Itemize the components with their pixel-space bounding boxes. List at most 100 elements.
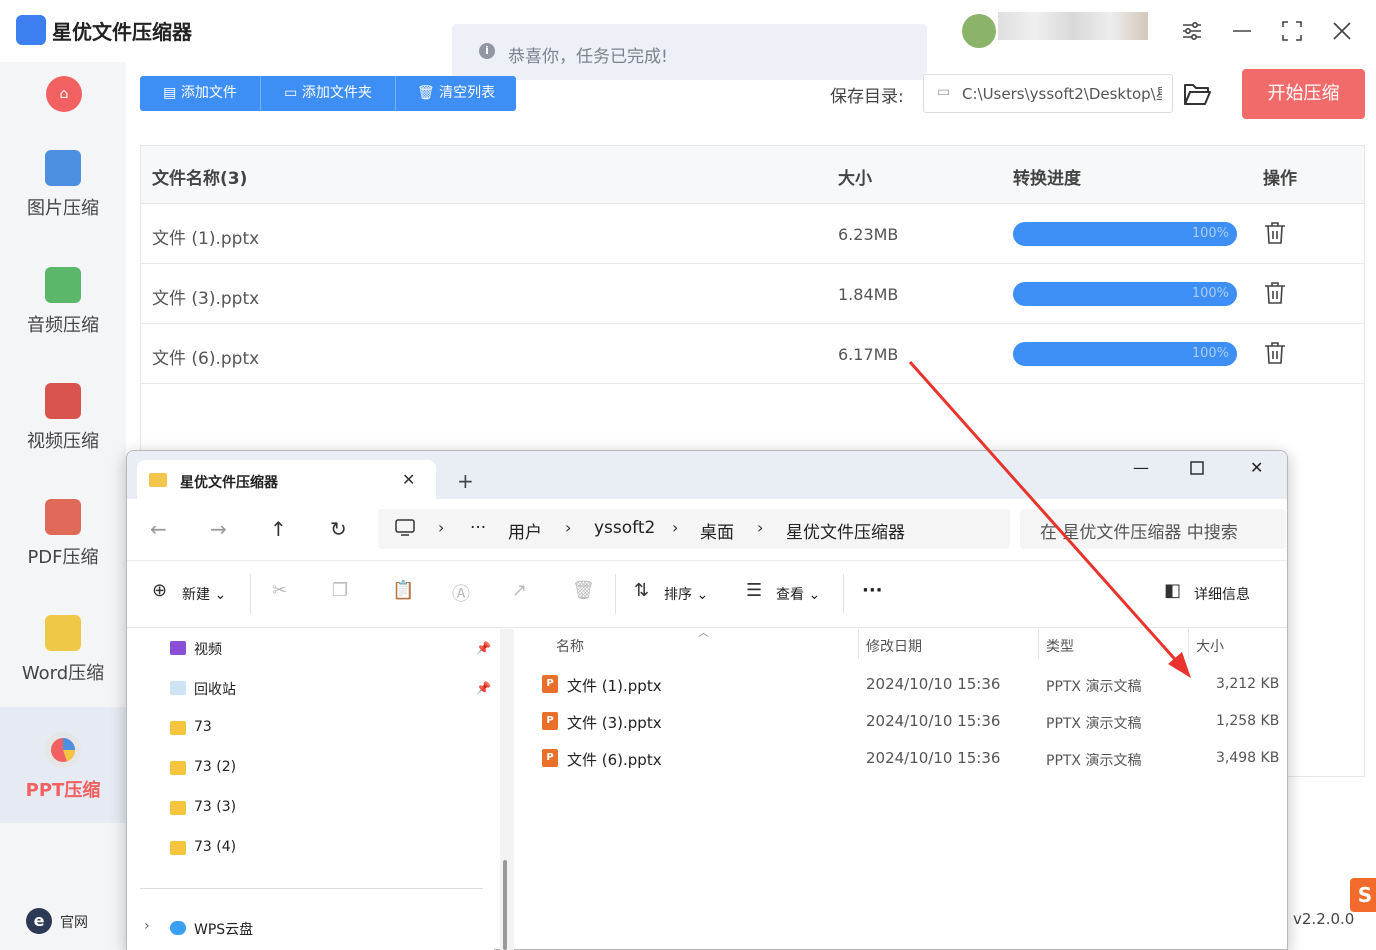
- breadcrumb-more[interactable]: ···: [470, 518, 486, 538]
- new-button[interactable]: 新建 ⌄: [182, 584, 226, 604]
- pin-icon[interactable]: 📌: [476, 681, 491, 695]
- recycle-bin-icon: [170, 681, 186, 695]
- column-divider[interactable]: [858, 629, 859, 659]
- computer-icon: [395, 519, 415, 541]
- sidebar-item-ppt[interactable]: PPT压缩: [0, 707, 126, 823]
- add-file-button[interactable]: ▤ 添加文件: [140, 76, 260, 111]
- pin-icon[interactable]: 📌: [476, 641, 491, 655]
- clear-list-button[interactable]: 🗑 清空列表: [396, 76, 516, 111]
- clear-list-label: 清空列表: [439, 85, 496, 101]
- breadcrumb-item[interactable]: 星优文件压缩器: [786, 518, 905, 543]
- column-header-date[interactable]: 修改日期: [866, 636, 922, 656]
- website-link[interactable]: 官网: [60, 912, 88, 932]
- sort-label: 排序: [664, 587, 692, 603]
- audio-icon: [45, 267, 81, 303]
- file-name: 文件 (3).pptx: [152, 289, 260, 309]
- column-header-type[interactable]: 类型: [1046, 636, 1074, 656]
- column-header-size[interactable]: 大小: [1196, 636, 1224, 656]
- brand-logo-icon: S: [1350, 878, 1376, 912]
- website-icon[interactable]: e: [26, 908, 52, 934]
- divider: [843, 574, 844, 614]
- file-name[interactable]: 文件 (3).pptx: [567, 712, 662, 733]
- more-options-button[interactable]: ···: [862, 580, 883, 601]
- explorer-close-button[interactable]: ✕: [1250, 458, 1263, 477]
- breadcrumb-item[interactable]: 桌面: [700, 518, 734, 543]
- file-name[interactable]: 文件 (1).pptx: [567, 675, 662, 696]
- column-header-name: 文件名称(3): [152, 169, 248, 189]
- paste-icon[interactable]: 📋: [392, 580, 414, 601]
- copy-icon[interactable]: ❐: [332, 580, 348, 601]
- nav-item-videos[interactable]: 视频: [170, 641, 222, 658]
- new-tab-button[interactable]: +: [457, 469, 474, 493]
- column-divider[interactable]: [1038, 629, 1039, 659]
- user-avatar[interactable]: [962, 14, 996, 48]
- file-date: 2024/10/10 15:36: [866, 675, 1001, 693]
- nav-item-label: 视频: [194, 642, 222, 658]
- nav-item-label: 73 (4): [194, 839, 237, 855]
- add-folder-button[interactable]: ▭ 添加文件夹: [261, 76, 395, 111]
- pdf-icon: [45, 499, 81, 535]
- share-icon[interactable]: ↗: [512, 580, 527, 601]
- maximize-button[interactable]: [1274, 14, 1310, 48]
- close-button[interactable]: [1324, 14, 1360, 48]
- nav-item-folder[interactable]: 73 (2): [170, 759, 236, 775]
- sidebar-item-audio[interactable]: 音频压缩: [0, 259, 126, 375]
- column-header-name[interactable]: 名称: [556, 636, 584, 656]
- breadcrumb-item[interactable]: 用户: [508, 518, 542, 543]
- cut-icon[interactable]: ✂: [272, 580, 287, 601]
- sort-button[interactable]: 排序 ⌄: [664, 584, 708, 604]
- breadcrumb-item[interactable]: yssoft2: [594, 518, 655, 538]
- progress-label: 100%: [1191, 286, 1229, 301]
- nav-item-label: WPS云盘: [194, 922, 254, 938]
- column-divider[interactable]: [1188, 629, 1189, 659]
- rename-icon[interactable]: Ⓐ: [452, 580, 470, 606]
- app-title: 星优文件压缩器: [52, 20, 192, 44]
- sidebar-item-video[interactable]: 视频压缩: [0, 375, 126, 491]
- pptx-file-icon: P: [542, 675, 558, 693]
- nav-item-folder[interactable]: 73 (3): [170, 799, 236, 815]
- cloud-icon: [170, 921, 186, 935]
- file-size: 3,212 KB: [1216, 676, 1280, 692]
- chevron-right-icon[interactable]: ›: [144, 918, 150, 934]
- back-icon[interactable]: ←: [150, 517, 167, 541]
- sidebar-item-label: PPT压缩: [25, 780, 101, 801]
- sidebar-item-pdf[interactable]: PDF压缩: [0, 491, 126, 607]
- explorer-maximize-button[interactable]: [1190, 460, 1204, 479]
- up-icon[interactable]: ↑: [270, 517, 287, 541]
- file-name[interactable]: 文件 (6).pptx: [567, 749, 662, 770]
- sidebar-item-image[interactable]: 图片压缩: [0, 142, 126, 258]
- nav-item-folder[interactable]: 73 (4): [170, 839, 236, 855]
- settings-icon[interactable]: [1174, 14, 1210, 48]
- explorer-minimize-button[interactable]: —: [1133, 458, 1149, 477]
- refresh-icon[interactable]: ↻: [330, 517, 347, 541]
- sidebar-item-word[interactable]: Word压缩: [0, 607, 126, 723]
- folder-outline-icon: ▭: [937, 84, 951, 100]
- delete-icon[interactable]: [1264, 341, 1286, 365]
- nav-item-wps-cloud[interactable]: WPS云盘: [170, 921, 253, 938]
- details-button[interactable]: 详细信息: [1194, 584, 1250, 604]
- navigation-pane: [127, 629, 494, 950]
- nav-item-recycle-bin[interactable]: 回收站: [170, 681, 236, 698]
- video-icon: [45, 383, 81, 419]
- progress-bar: 100%: [1013, 342, 1237, 366]
- ppt-icon: [45, 732, 81, 768]
- forward-icon[interactable]: →: [210, 517, 227, 541]
- video-folder-icon: [170, 641, 186, 655]
- minimize-button[interactable]: [1224, 14, 1260, 48]
- home-button[interactable]: ⌂: [46, 76, 82, 112]
- start-compress-button[interactable]: 开始压缩: [1242, 69, 1365, 119]
- view-icon: ☰: [746, 580, 763, 601]
- open-folder-button[interactable]: [1183, 80, 1213, 108]
- scrollbar-thumb[interactable]: [503, 860, 507, 950]
- delete-icon[interactable]: [1264, 281, 1286, 305]
- view-button[interactable]: 查看 ⌄: [776, 584, 820, 604]
- file-icon: ▤: [163, 85, 181, 101]
- delete-icon[interactable]: [1264, 221, 1286, 245]
- delete-icon[interactable]: 🗑: [572, 580, 595, 601]
- home-icon: ⌂: [59, 86, 69, 102]
- nav-item-folder[interactable]: 73: [170, 719, 212, 735]
- file-size: 6.23MB: [838, 225, 899, 244]
- tab-close-icon[interactable]: ✕: [402, 470, 415, 489]
- version-label: v2.2.0.0: [1293, 910, 1355, 928]
- toast-message: 恭喜你，任务已完成!: [508, 47, 668, 67]
